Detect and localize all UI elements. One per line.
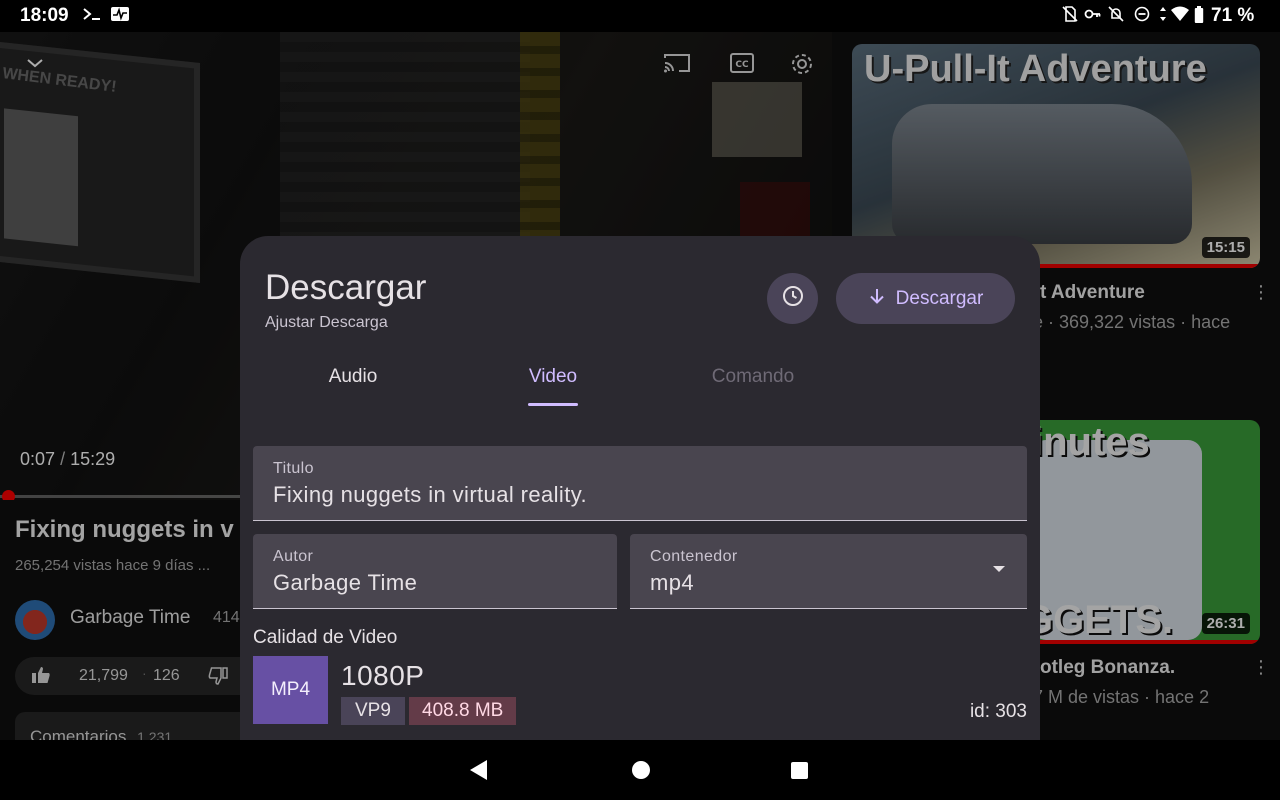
format-badge: MP4 [253, 656, 328, 724]
tab-command[interactable]: Comando [653, 366, 853, 388]
download-button[interactable]: Descargar [836, 273, 1015, 324]
battery-level: 71 % [1211, 5, 1255, 26]
author-field-label: Autor [273, 548, 314, 565]
container-select-label: Contenedor [650, 548, 738, 565]
tab-audio[interactable]: Audio [253, 366, 453, 388]
title-field[interactable]: Titulo Fixing nuggets in virtual reality… [253, 446, 1027, 521]
bell-off-icon [1108, 6, 1124, 27]
title-field-label: Titulo [273, 460, 314, 477]
tab-indicator [528, 403, 578, 406]
dropdown-arrow-icon[interactable] [993, 566, 1005, 572]
download-sheet: Descargar Ajustar Descarga Descargar Aud… [240, 236, 1040, 740]
title-field-value[interactable]: Fixing nuggets in virtual reality. [273, 482, 587, 508]
do-not-disturb-icon [1134, 6, 1150, 27]
download-arrow-icon [868, 287, 886, 311]
container-select-value[interactable]: mp4 [650, 570, 694, 596]
format-id: id: 303 [969, 701, 1027, 722]
schedule-button[interactable] [767, 273, 818, 324]
clock-icon [781, 284, 805, 313]
format-item[interactable]: MP4 1080P VP9 408.8 MB id: 303 [253, 656, 1027, 726]
sheet-subtitle: Ajustar Descarga [265, 314, 388, 331]
navigation-bar [0, 740, 1280, 800]
key-icon [1084, 6, 1102, 27]
status-bar: 18:09 71 % [0, 0, 1280, 32]
download-button-label: Descargar [895, 287, 984, 309]
home-icon[interactable] [632, 761, 650, 779]
tab-video[interactable]: Video [453, 366, 653, 388]
data-arrows-icon [1158, 6, 1168, 27]
battery-icon [1194, 6, 1204, 29]
wifi-icon [1170, 6, 1190, 27]
activity-icon [110, 6, 130, 27]
back-icon[interactable] [470, 760, 487, 780]
codec-chip: VP9 [341, 697, 405, 725]
sim-off-icon [1062, 6, 1078, 27]
format-resolution: 1080P [341, 660, 425, 691]
status-time: 18:09 [20, 5, 69, 26]
container-select[interactable]: Contenedor mp4 [630, 534, 1027, 609]
video-quality-label: Calidad de Video [253, 627, 398, 648]
author-field-value[interactable]: Garbage Time [273, 570, 417, 596]
size-chip: 408.8 MB [409, 697, 517, 725]
author-field[interactable]: Autor Garbage Time [253, 534, 617, 609]
recents-icon[interactable] [791, 762, 808, 779]
sheet-title: Descargar [265, 268, 427, 307]
tab-bar: Audio Video Comando [240, 356, 1040, 406]
terminal-icon [82, 6, 102, 27]
